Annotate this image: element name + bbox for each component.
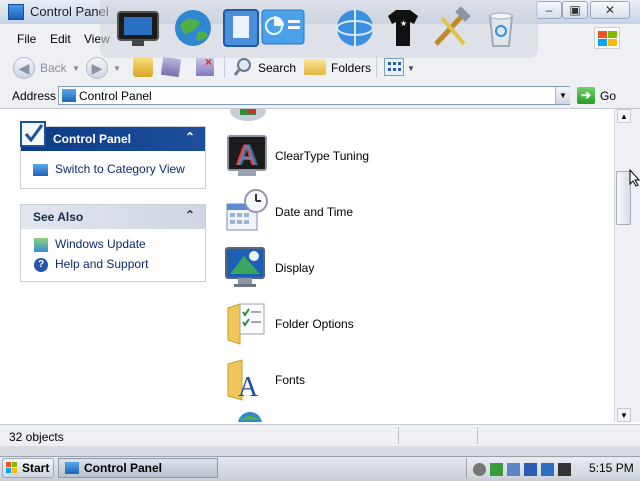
system-tray: 5:15 PM bbox=[466, 458, 640, 478]
taskbar: Start Control Panel 5:15 PM bbox=[0, 456, 640, 481]
category-view-icon bbox=[33, 164, 48, 176]
close-button[interactable]: ✕ bbox=[590, 1, 630, 19]
address-value: Control Panel bbox=[79, 89, 152, 103]
address-label: Address bbox=[12, 89, 57, 103]
item-label[interactable]: Folder Options bbox=[275, 317, 354, 331]
see-also-box: See Also ⌃ Windows Update ? Help and Sup… bbox=[20, 204, 206, 282]
svg-text:★: ★ bbox=[400, 19, 407, 28]
windows-update-icon bbox=[34, 238, 48, 252]
control-panel-title: Control Panel bbox=[53, 132, 132, 146]
svg-text:A: A bbox=[237, 139, 259, 172]
address-input[interactable]: Control Panel ▼ bbox=[58, 86, 570, 105]
up-folder-icon[interactable] bbox=[133, 57, 153, 77]
tray-display-icon[interactable] bbox=[524, 463, 537, 476]
dock-shirt-icon[interactable]: ★ bbox=[380, 6, 426, 50]
items-view bbox=[214, 109, 614, 422]
taskbar-button-label: Control Panel bbox=[84, 461, 163, 475]
fonts-icon[interactable]: A bbox=[224, 356, 270, 403]
item-label[interactable]: Fonts bbox=[275, 373, 305, 387]
tray-security-icon[interactable] bbox=[541, 463, 554, 476]
clock[interactable]: 5:15 PM bbox=[589, 461, 634, 475]
control-panel-badge-icon bbox=[20, 119, 50, 149]
dock-document-icon[interactable] bbox=[218, 6, 264, 50]
menu-file[interactable]: File bbox=[17, 32, 36, 46]
collapse-icon[interactable]: ⌃ bbox=[185, 208, 195, 222]
status-bar: 32 objects bbox=[0, 424, 640, 447]
dock-chart-icon[interactable] bbox=[260, 6, 306, 50]
control-panel-icon bbox=[65, 462, 79, 474]
status-divider bbox=[398, 427, 399, 444]
help-and-support-link[interactable]: Help and Support bbox=[55, 257, 148, 271]
mouse-cursor-icon bbox=[629, 168, 640, 187]
dock-recycle-bin-icon[interactable] bbox=[478, 6, 524, 50]
search-button[interactable]: Search bbox=[258, 61, 296, 75]
collapse-icon[interactable]: ⌃ bbox=[185, 130, 195, 144]
see-also-title: See Also bbox=[33, 210, 84, 224]
status-divider bbox=[477, 427, 478, 444]
views-icon[interactable] bbox=[384, 58, 404, 76]
control-panel-icon bbox=[8, 4, 24, 20]
scroll-up-icon[interactable]: ▲ bbox=[617, 109, 631, 123]
scroll-down-icon[interactable]: ▼ bbox=[617, 408, 631, 422]
folders-icon[interactable] bbox=[304, 59, 326, 75]
back-dropdown-icon[interactable]: ▼ bbox=[72, 64, 80, 73]
folder-options-icon[interactable] bbox=[224, 300, 270, 346]
dock-globe-icon[interactable] bbox=[170, 6, 216, 50]
start-label: Start bbox=[22, 461, 50, 475]
tray-update-icon[interactable] bbox=[507, 463, 520, 476]
tray-speaker-icon[interactable] bbox=[473, 463, 486, 476]
item-label[interactable]: ClearType Tuning bbox=[275, 149, 369, 163]
menu-edit[interactable]: Edit bbox=[50, 32, 71, 46]
toolbar-divider bbox=[224, 56, 225, 78]
switch-category-view-link[interactable]: Switch to Category View bbox=[55, 162, 185, 176]
maximize-button[interactable]: ▣ bbox=[562, 1, 588, 19]
tray-network-icon[interactable] bbox=[490, 463, 503, 476]
dock-overlay: ★ bbox=[100, 0, 538, 58]
item-label[interactable]: Date and Time bbox=[275, 205, 353, 219]
start-button[interactable]: Start bbox=[2, 458, 54, 478]
taskbar-button-control-panel[interactable]: Control Panel bbox=[58, 458, 218, 478]
window-title: Control Panel bbox=[30, 4, 109, 19]
object-count: 32 objects bbox=[9, 430, 64, 444]
search-icon[interactable] bbox=[233, 57, 253, 77]
dock-network-globe-icon[interactable] bbox=[332, 6, 378, 50]
minimize-button[interactable]: – bbox=[536, 1, 562, 19]
date-time-icon[interactable] bbox=[224, 188, 270, 234]
display-icon[interactable] bbox=[224, 244, 270, 290]
cleartype-tuning-icon[interactable]: AA bbox=[224, 132, 270, 178]
forward-dropdown-icon[interactable]: ▼ bbox=[113, 64, 121, 73]
desktop-strip bbox=[0, 446, 640, 456]
windows-logo-icon bbox=[594, 27, 620, 49]
vertical-scrollbar[interactable]: ▲ ▼ bbox=[614, 109, 633, 422]
move-to-icon[interactable] bbox=[160, 56, 182, 78]
go-arrow-icon[interactable]: ➔ bbox=[577, 87, 595, 104]
forward-arrow-icon[interactable]: ▶ bbox=[86, 57, 108, 79]
tray-app-icon[interactable] bbox=[558, 463, 571, 476]
partial-item-icon[interactable] bbox=[226, 410, 270, 422]
see-also-header[interactable]: See Also ⌃ bbox=[21, 205, 205, 229]
svg-text:A: A bbox=[238, 372, 259, 402]
window-frame bbox=[632, 109, 640, 422]
control-panel-icon bbox=[62, 89, 76, 102]
item-label[interactable]: Display bbox=[275, 261, 314, 275]
help-icon: ? bbox=[34, 258, 48, 272]
windows-update-link[interactable]: Windows Update bbox=[55, 237, 146, 251]
dock-monitor-icon[interactable] bbox=[116, 6, 162, 50]
windows-logo-icon bbox=[6, 462, 18, 474]
toolbar-divider bbox=[376, 56, 377, 78]
go-button[interactable]: Go bbox=[600, 89, 616, 103]
back-button[interactable]: Back bbox=[40, 61, 67, 75]
address-dropdown-icon[interactable]: ▼ bbox=[555, 87, 570, 104]
back-arrow-icon[interactable]: ◀ bbox=[13, 57, 35, 79]
dock-tools-icon[interactable] bbox=[428, 6, 474, 50]
partial-item-icon[interactable] bbox=[226, 109, 270, 123]
views-dropdown-icon[interactable]: ▼ bbox=[407, 64, 415, 73]
folders-button[interactable]: Folders bbox=[331, 61, 371, 75]
